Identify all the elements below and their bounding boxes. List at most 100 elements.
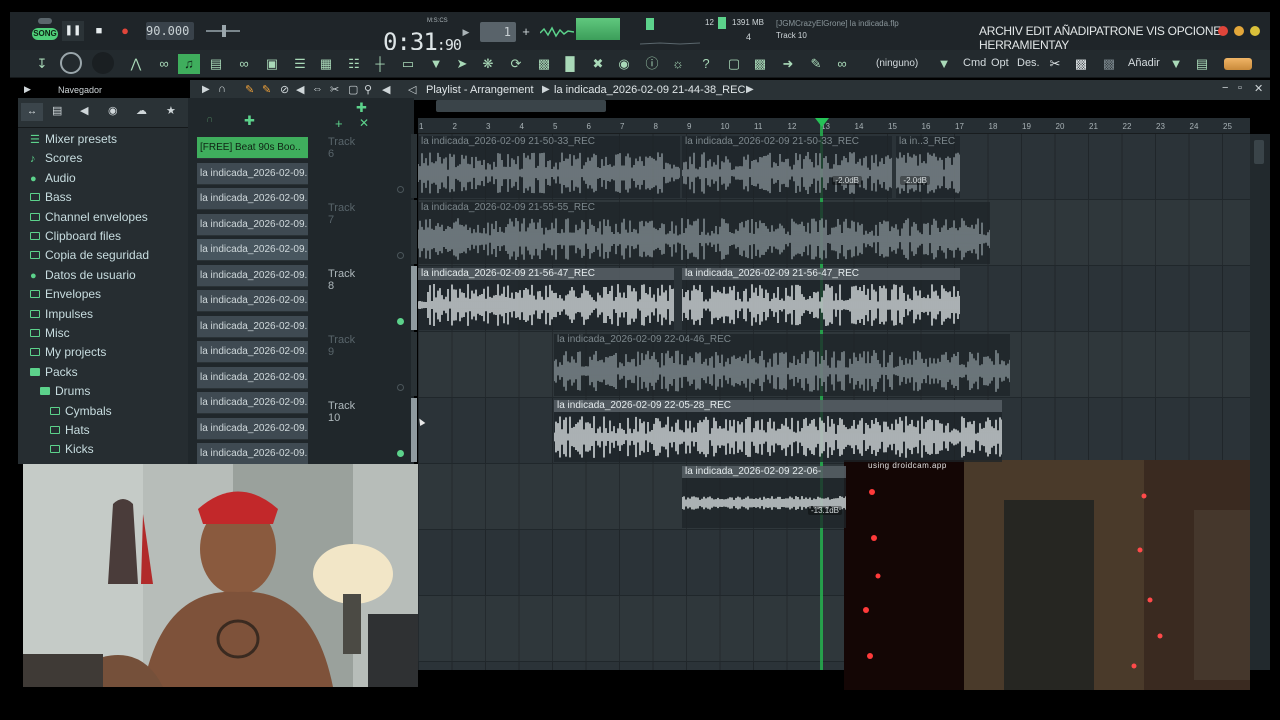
audio-clip[interactable]: la indicada_2026-02-09 21-55-55_REC: [418, 202, 990, 264]
stamp-icon[interactable]: ▼: [934, 54, 954, 74]
online-icon[interactable]: ☼: [668, 54, 688, 74]
channel-button[interactable]: la indicada_2026-02-09..: [197, 264, 308, 287]
tools-icon[interactable]: ✖: [588, 54, 608, 74]
channel-button[interactable]: la indicada_2026-02-09..: [197, 290, 308, 312]
channel-button[interactable]: la indicada_2026-02-09..: [197, 315, 308, 338]
track-name[interactable]: Track 8: [328, 268, 355, 292]
browser-item[interactable]: Impulses: [30, 305, 93, 324]
song-mode-toggle[interactable]: SONG: [32, 28, 58, 40]
browser-cloud-icon[interactable]: ☁: [136, 104, 147, 117]
deselect-button[interactable]: Des.: [1017, 57, 1040, 69]
window-maximize-icon[interactable]: [1250, 26, 1260, 36]
stop-button[interactable]: ■: [88, 21, 110, 41]
audio-clip[interactable]: la indicada_2026-02-09 22-06- -13.1dB: [682, 466, 846, 528]
pin-icon[interactable]: ▼: [1166, 54, 1186, 74]
playlist-restore-icon[interactable]: ▫: [1238, 82, 1242, 94]
channel-button[interactable]: la indicada_2026-02-09..: [197, 417, 308, 440]
browser-item[interactable]: Envelopes: [30, 285, 101, 304]
delete-tool-icon[interactable]: ⊘: [280, 83, 289, 96]
zoom-tool-icon[interactable]: ⚲: [364, 83, 372, 96]
track-led-icon[interactable]: [397, 384, 404, 391]
window-minimize-icon[interactable]: [1234, 26, 1244, 36]
browser-item[interactable]: ● Datos de usuario: [30, 266, 136, 285]
channel-button[interactable]: la indicada_2026-02-09..: [197, 443, 308, 465]
mixer-icon[interactable]: ☷: [344, 54, 364, 74]
track-led-icon[interactable]: [397, 252, 404, 259]
save-icon[interactable]: ↧: [32, 54, 52, 74]
copy-icon[interactable]: ▩: [1071, 54, 1091, 74]
breadcrumb[interactable]: la indicada_2026-02-09 21-44-38_REC: [554, 84, 745, 96]
timeline-ruler[interactable]: 1 2 3 4 5 6 7 8 9 10 11 12 13 14 15 16 17 18 19 20 21 22 23 24 2…: [418, 118, 1250, 134]
typing-keyboard-icon[interactable]: ⋀: [126, 54, 146, 74]
info-icon[interactable]: ⓘ: [642, 54, 662, 74]
browser-speaker-icon[interactable]: ◀: [80, 104, 88, 117]
project-tree-icon[interactable]: ┼: [370, 54, 390, 74]
playlist-menu-icon[interactable]: ◁: [408, 83, 416, 96]
pattern-selector[interactable]: 1: [480, 22, 516, 42]
microphone-icon[interactable]: ◉: [614, 54, 634, 74]
browser-item[interactable]: Channel envelopes: [30, 208, 148, 227]
playlist-overview-scroll[interactable]: [436, 100, 606, 112]
channel-filter-icon[interactable]: ∩: [206, 114, 213, 125]
slice-tool-icon[interactable]: ✂: [330, 83, 339, 96]
add-button[interactable]: Añadir: [1128, 57, 1160, 69]
playhead-marker[interactable]: [815, 118, 829, 127]
track-name[interactable]: Track 9: [328, 334, 355, 358]
pencil-tool-icon[interactable]: ✎: [245, 83, 254, 96]
playlist-icon[interactable]: ▣: [262, 54, 282, 74]
magnet-icon[interactable]: ∩: [218, 83, 226, 95]
track-handle[interactable]: [411, 266, 417, 330]
keyboard-icon[interactable]: ▩: [750, 54, 770, 74]
window-icon[interactable]: ▢: [724, 54, 744, 74]
pattern-add-icon[interactable]: +: [516, 22, 536, 42]
floppy-icon[interactable]: ▩: [534, 54, 554, 74]
track-zoom-icon[interactable]: ✚: [356, 100, 367, 116]
track-name[interactable]: Track 10: [328, 400, 355, 424]
piano-icon[interactable]: █: [560, 54, 580, 74]
loop-record-icon[interactable]: ∞: [234, 54, 254, 74]
track-handle[interactable]: [411, 134, 417, 198]
link-icon[interactable]: ∞: [832, 54, 852, 74]
playlist-play-icon[interactable]: ▶: [202, 84, 210, 95]
audio-clip[interactable]: la indicada_2026-02-09 21-50-33_REC -2.0d…: [682, 136, 892, 198]
track-led-icon[interactable]: [397, 318, 404, 325]
opt-button[interactable]: Opt: [991, 57, 1009, 69]
track-name[interactable]: Track 6: [328, 136, 355, 160]
browser-item[interactable]: Cymbals: [50, 402, 112, 421]
channel-button[interactable]: la indicada_2026-02-09..: [197, 188, 308, 210]
channel-button[interactable]: [FREE] Beat 90s Boo..: [197, 137, 308, 159]
browser-item[interactable]: ● Audio: [30, 169, 76, 188]
track-led-icon[interactable]: [397, 450, 404, 457]
slip-tool-icon[interactable]: ⇔: [312, 83, 323, 95]
piano-roll-icon[interactable]: ☰: [290, 54, 310, 74]
channel-button[interactable]: la indicada_2026-02-09..: [197, 341, 308, 363]
browser-star-icon[interactable]: ★: [166, 104, 176, 117]
audio-clip[interactable]: la indicada_2026-02-09 21-56-47_REC: [418, 268, 674, 330]
channel-button[interactable]: la indicada_2026-02-09..: [197, 162, 308, 185]
playlist-vertical-scrollbar[interactable]: [1250, 134, 1270, 670]
browser-item[interactable]: Copia de seguridad: [30, 246, 149, 265]
playback-tool-icon[interactable]: ◀: [382, 83, 390, 96]
remove-track-icon[interactable]: ✕: [359, 116, 369, 130]
pattern-name-selector[interactable]: (ninguno): [876, 58, 918, 69]
basket-icon[interactable]: ▤: [1192, 54, 1212, 74]
paste-icon[interactable]: ▩: [1099, 54, 1119, 74]
add-track-icon[interactable]: +: [335, 116, 343, 131]
record-button[interactable]: ●: [114, 21, 136, 41]
window-close-icon[interactable]: [1218, 26, 1228, 36]
track-handle[interactable]: [411, 200, 417, 264]
playlist-minimize-icon[interactable]: −: [1222, 82, 1228, 94]
channel-button[interactable]: la indicada_2026-02-09..: [197, 392, 308, 414]
pencil-icon[interactable]: ✎: [806, 54, 826, 74]
browser-item[interactable]: Bass: [30, 188, 72, 207]
playlist-close-icon[interactable]: ✕: [1254, 82, 1263, 95]
audio-clip[interactable]: la indicada_2026-02-09 22-04-46_REC: [554, 334, 1010, 396]
channel-move-icon[interactable]: ✚: [244, 113, 255, 129]
master-pitch-knob[interactable]: [646, 18, 654, 30]
track-handle[interactable]: [411, 332, 417, 396]
brush-tool-icon[interactable]: ✎: [262, 83, 271, 96]
edison-icon[interactable]: ➤: [452, 54, 472, 74]
master-volume-knob[interactable]: [222, 25, 226, 37]
fruity-icon[interactable]: ❋: [478, 54, 498, 74]
browser-item[interactable]: Clipboard files: [30, 227, 121, 246]
